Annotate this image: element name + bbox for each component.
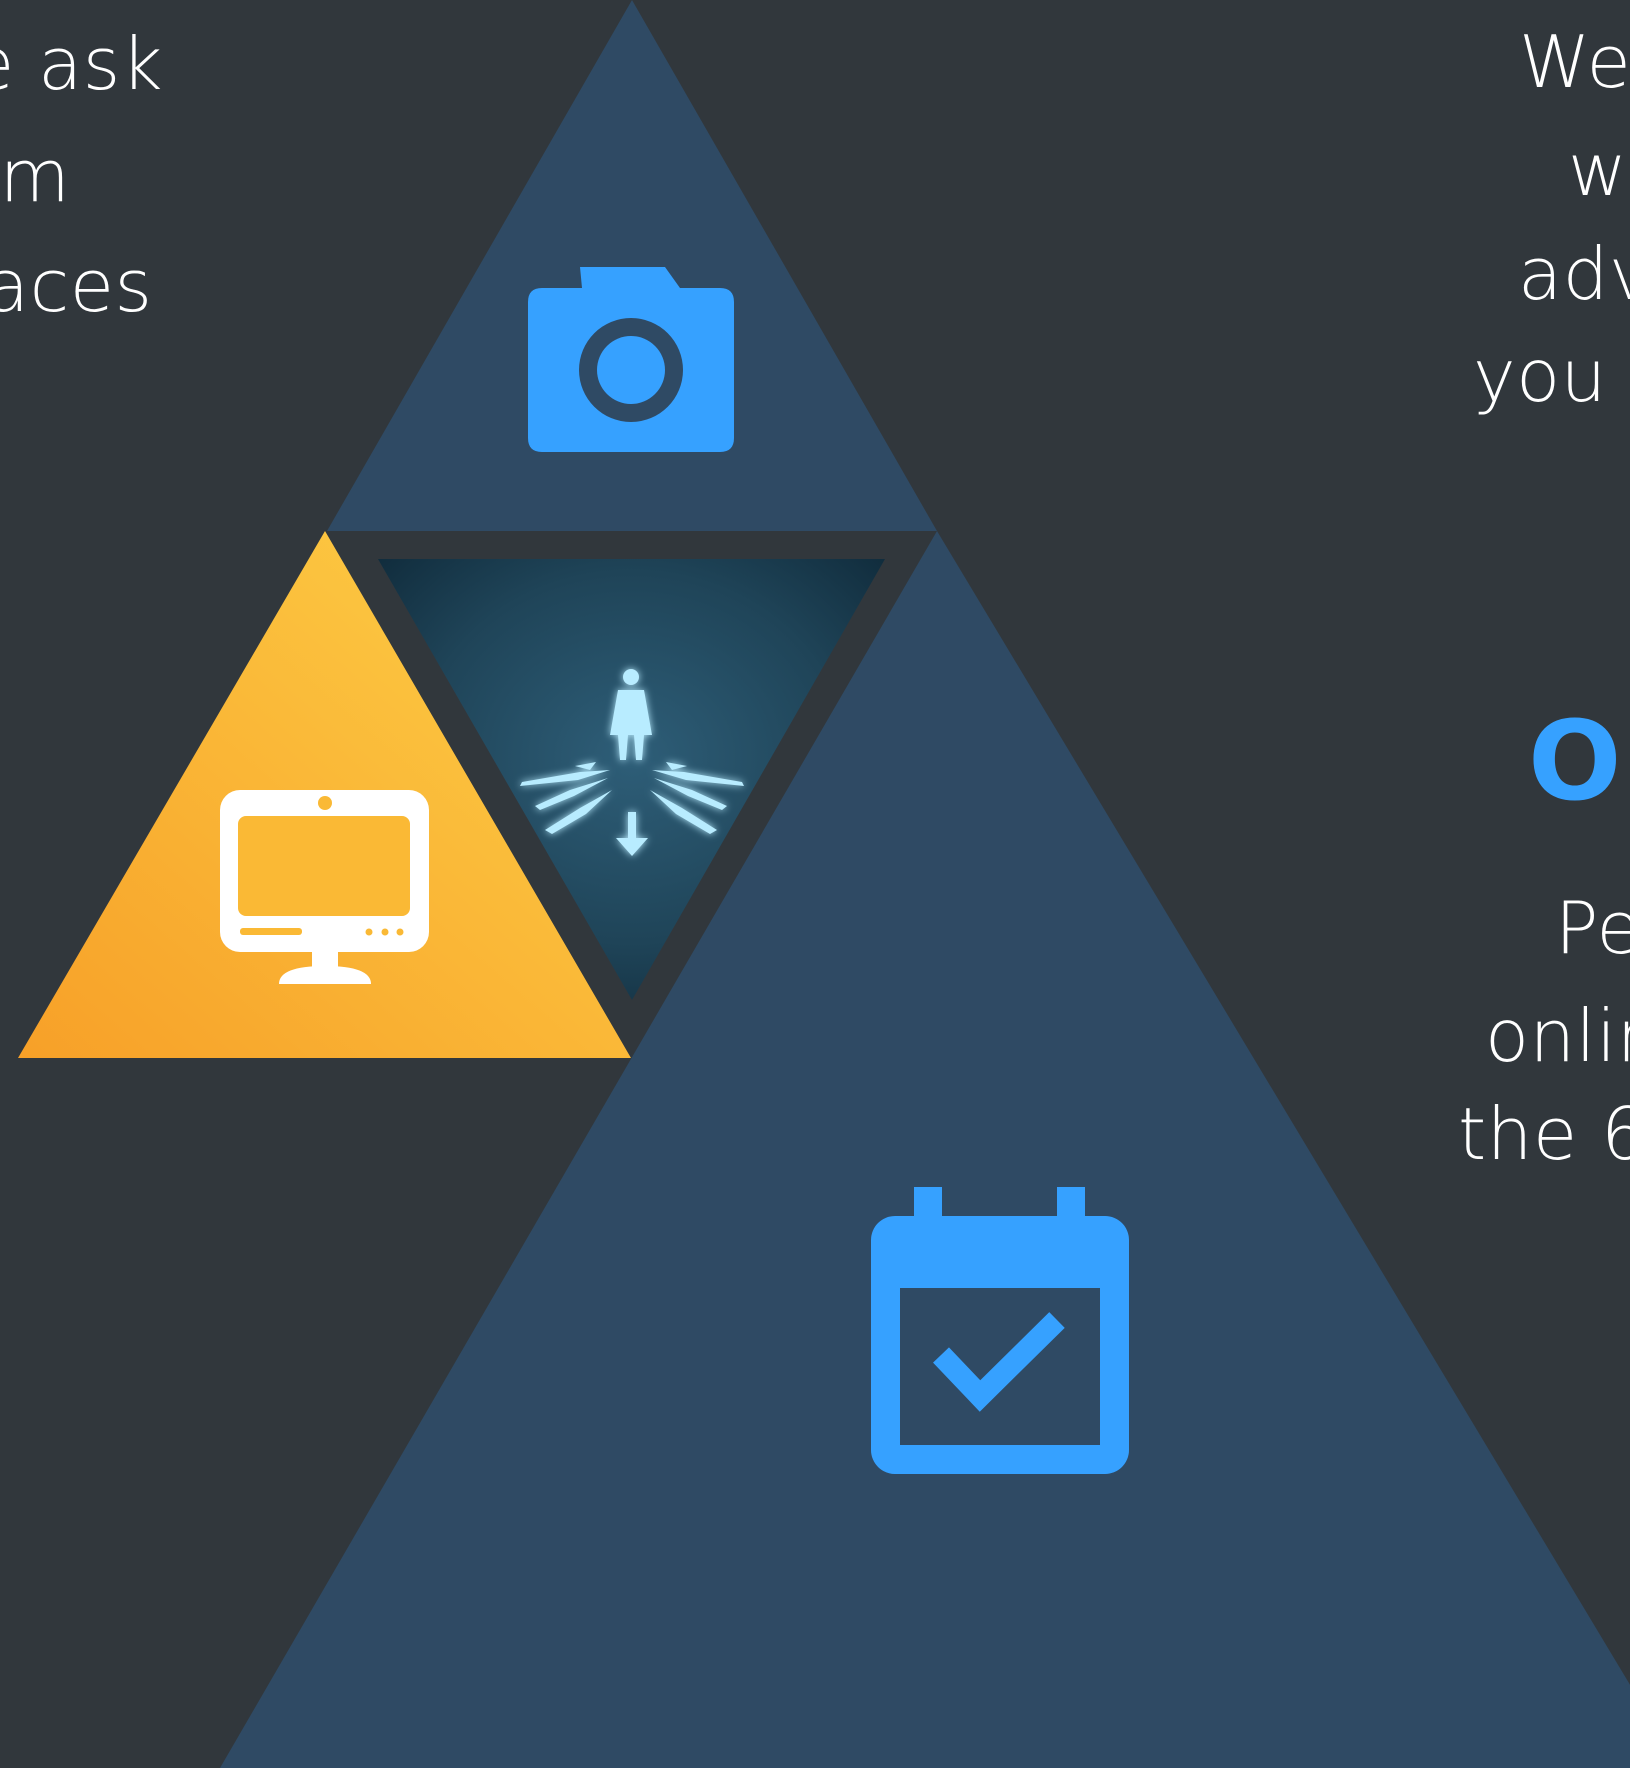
right-text-line-4: you t <box>1473 334 1630 418</box>
right-text-line-2: wi <box>1568 128 1630 212</box>
canvas: e ask am aces We wi adv you t Op Pe onli… <box>0 0 1630 1768</box>
right-paragraph-line-1: Pe <box>1555 886 1630 970</box>
calendar-check-icon <box>871 1187 1129 1474</box>
right-paragraph-line-3: the 6 <box>1458 1092 1630 1176</box>
camera-icon <box>528 267 734 452</box>
left-text-line-1: e ask <box>0 22 164 106</box>
right-paragraph-line-2: onlin <box>1485 994 1630 1078</box>
section-heading: Op <box>1528 697 1630 825</box>
left-text-line-3: aces <box>0 244 153 328</box>
right-text-line-1: We <box>1519 20 1630 104</box>
triangle-graphic <box>18 0 1630 1768</box>
right-text-line-3: adv <box>1518 232 1630 316</box>
left-text-line-2: am <box>0 134 71 218</box>
